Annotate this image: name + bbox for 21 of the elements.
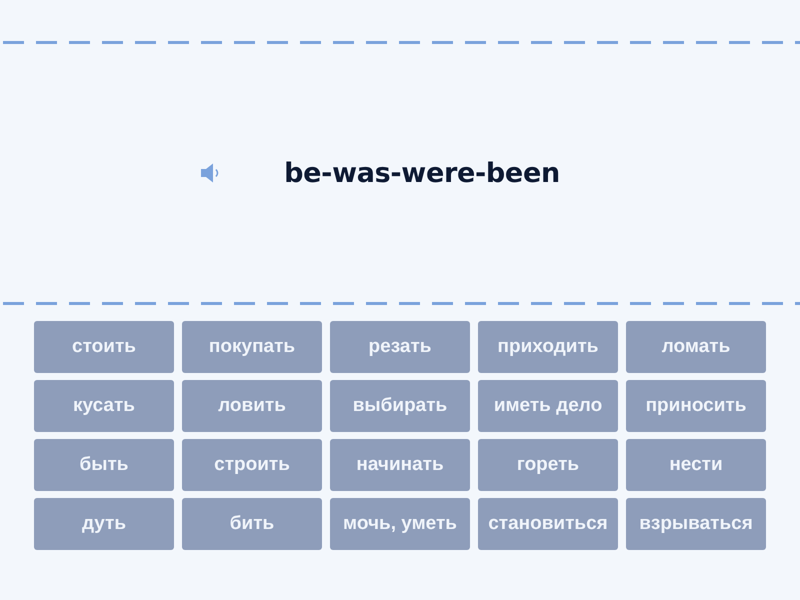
word-tile[interactable]: покупать (182, 321, 322, 373)
word-tile[interactable]: мочь, уметь (330, 498, 470, 550)
word-tile[interactable]: бить (182, 498, 322, 550)
word-tile[interactable]: становиться (478, 498, 618, 550)
word-tile[interactable]: строить (182, 439, 322, 491)
word-tile[interactable]: дуть (34, 498, 174, 550)
word-tile[interactable]: быть (34, 439, 174, 491)
word-tile[interactable]: начинать (330, 439, 470, 491)
word-tile[interactable]: нести (626, 439, 766, 491)
word-tile[interactable]: стоить (34, 321, 174, 373)
word-tile[interactable]: приходить (478, 321, 618, 373)
word-tile[interactable]: гореть (478, 439, 618, 491)
word-tile[interactable]: кусать (34, 380, 174, 432)
word-tile[interactable]: выбирать (330, 380, 470, 432)
word-tile[interactable]: приносить (626, 380, 766, 432)
prompt-text: be-was-were-been (284, 158, 560, 188)
word-tile[interactable]: ломать (626, 321, 766, 373)
word-tile[interactable]: взрываться (626, 498, 766, 550)
word-tile[interactable]: резать (330, 321, 470, 373)
word-tile[interactable]: ловить (182, 380, 322, 432)
word-tile[interactable]: иметь дело (478, 380, 618, 432)
